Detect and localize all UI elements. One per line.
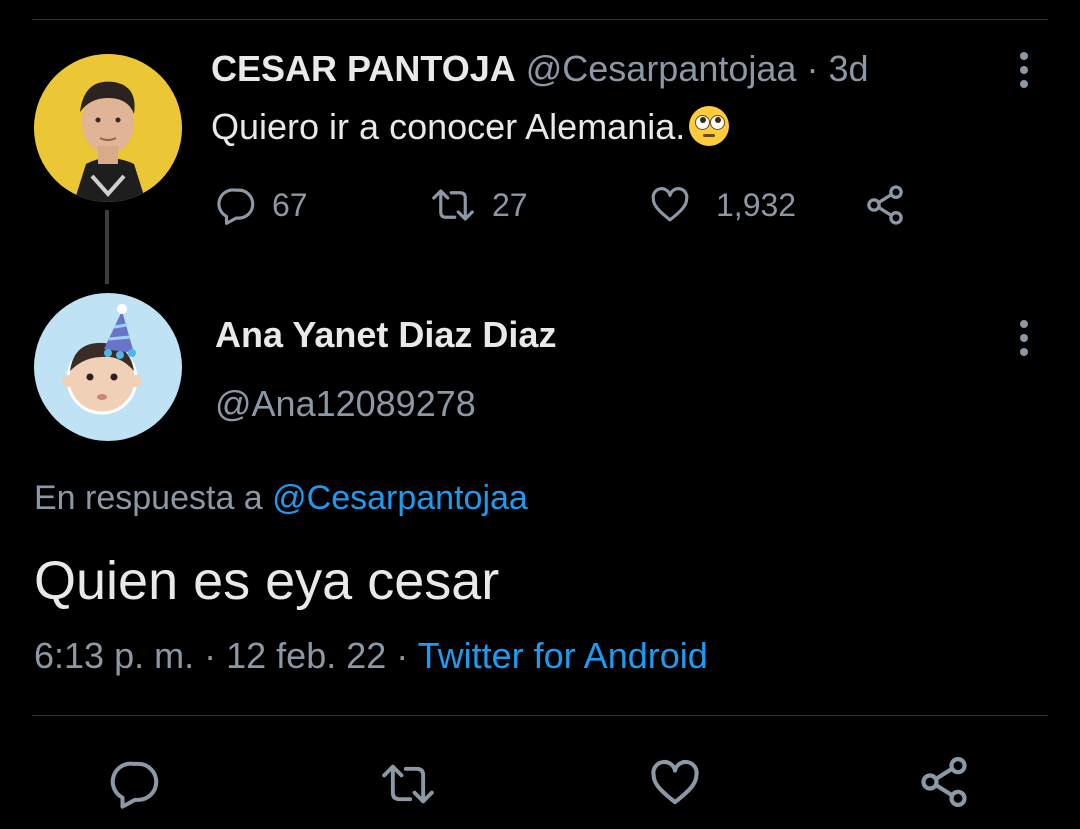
reply-count: 67: [272, 186, 308, 223]
tweet-time: 6:13 p. m.: [34, 635, 195, 676]
reply-icon: [217, 188, 255, 225]
retweet-icon: [382, 764, 434, 804]
avatar-ana-image: [34, 293, 182, 441]
retweet-action[interactable]: 27: [428, 184, 528, 226]
like-action[interactable]: 1,932: [648, 184, 796, 226]
separator: ·: [806, 48, 819, 89]
thread-connector: [105, 210, 109, 284]
author-name[interactable]: CESAR PANTOJA: [211, 48, 516, 89]
bottom-like-button[interactable]: [646, 756, 704, 810]
retweet-icon: [432, 189, 474, 221]
reply-tweet-text: Quien es eya cesar: [34, 551, 500, 611]
like-icon: [651, 759, 699, 805]
actions-divider: [32, 715, 1048, 716]
parent-tweet-header: CESAR PANTOJA @Cesarpantojaa · 3d: [211, 48, 869, 90]
replying-to-line: En respuesta a @Cesarpantojaa: [34, 479, 528, 518]
share-action[interactable]: [862, 183, 908, 227]
bottom-reply-button[interactable]: [108, 756, 164, 810]
avatar-cesar-image: [34, 54, 182, 202]
bottom-share-button[interactable]: [914, 754, 974, 810]
tweet-source-link[interactable]: Twitter for Android: [418, 635, 708, 676]
tweet-metadata: 6:13 p. m. · 12 feb. 22 · Twitter for An…: [34, 635, 708, 677]
reply-author-name[interactable]: Ana Yanet Diaz Diaz: [215, 314, 556, 356]
replying-to-handle-link[interactable]: @Cesarpantojaa: [272, 479, 528, 517]
reply-author-handle[interactable]: @Ana12089278: [215, 383, 476, 425]
reply-action[interactable]: 67: [216, 184, 308, 226]
share-icon: [921, 757, 967, 807]
tweet-date: 12 feb. 22: [226, 635, 387, 676]
meta-separator: ·: [204, 635, 217, 676]
reply-icon: [110, 761, 159, 809]
top-divider: [32, 19, 1048, 20]
rolling-eyes-emoji-icon: [689, 106, 730, 146]
more-options-icon[interactable]: [1020, 52, 1028, 88]
like-count: 1,932: [716, 186, 797, 223]
parent-tweet-body: Quiero ir a conocer Alemania.: [211, 106, 686, 147]
avatar-ana[interactable]: [34, 293, 182, 441]
like-icon: [651, 187, 689, 222]
reply-more-options-icon[interactable]: [1020, 320, 1028, 356]
replying-to-label: En respuesta a: [34, 479, 263, 517]
parent-tweet-text: Quiero ir a conocer Alemania.: [211, 106, 730, 148]
time-ago: 3d: [828, 48, 869, 89]
avatar-cesar[interactable]: [34, 54, 182, 202]
share-icon: [867, 185, 903, 225]
retweet-count: 27: [492, 186, 528, 223]
bottom-retweet-button[interactable]: [376, 758, 440, 810]
author-handle[interactable]: @Cesarpantojaa: [526, 48, 797, 89]
meta-separator-2: ·: [396, 635, 409, 676]
